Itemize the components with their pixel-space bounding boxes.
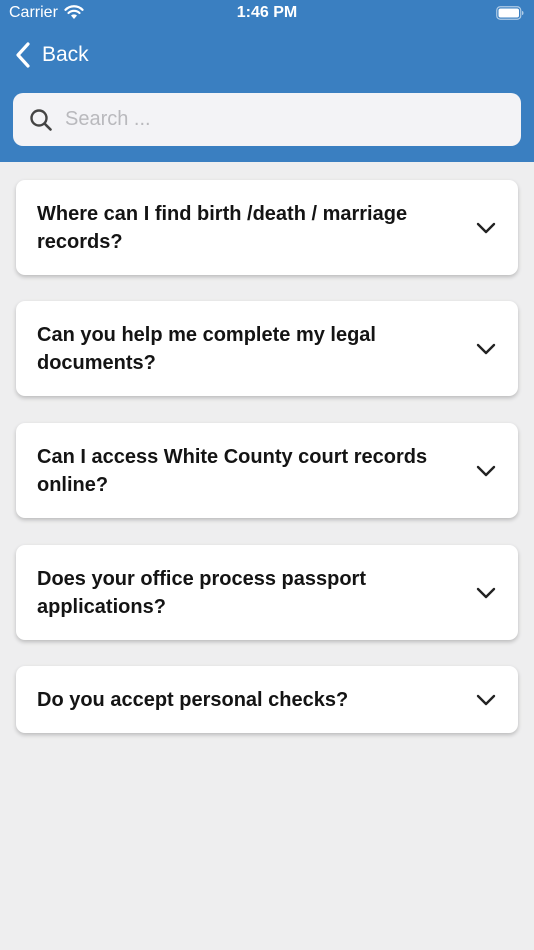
faq-item-court-records-online[interactable]: Can I access White County court records … — [16, 423, 518, 518]
faq-item-birth-death-marriage-records[interactable]: Where can I find birth /death / marriage… — [16, 180, 518, 275]
faq-question: Where can I find birth /death / marriage… — [37, 202, 408, 253]
faq-item-personal-checks[interactable]: Do you accept personal checks? — [16, 666, 518, 733]
faq-question: Can you help me complete my legal docume… — [37, 323, 376, 374]
faq-question: Does your office process passport applic… — [37, 567, 366, 618]
battery-icon — [496, 6, 524, 20]
chevron-down-icon — [476, 587, 496, 598]
search-bar[interactable] — [13, 93, 521, 146]
chevron-left-icon — [16, 42, 30, 68]
faq-question: Do you accept personal checks? — [37, 688, 349, 711]
chevron-down-icon — [476, 222, 496, 233]
status-bar: Carrier 1:46 PM — [0, 0, 534, 28]
chevron-down-icon — [476, 694, 496, 705]
chevron-down-icon — [476, 343, 496, 354]
search-input[interactable] — [65, 101, 505, 138]
faq-item-passport-applications[interactable]: Does your office process passport applic… — [16, 545, 518, 640]
faq-item-legal-documents[interactable]: Can you help me complete my legal docume… — [16, 301, 518, 396]
chevron-down-icon — [476, 465, 496, 476]
header-bar: Carrier 1:46 PM Back — [0, 0, 534, 162]
faq-question: Can I access White County court records … — [37, 445, 428, 496]
status-time: 1:46 PM — [236, 4, 298, 21]
back-button[interactable]: Back — [14, 38, 89, 72]
back-label: Back — [42, 43, 89, 66]
search-icon — [30, 109, 52, 131]
